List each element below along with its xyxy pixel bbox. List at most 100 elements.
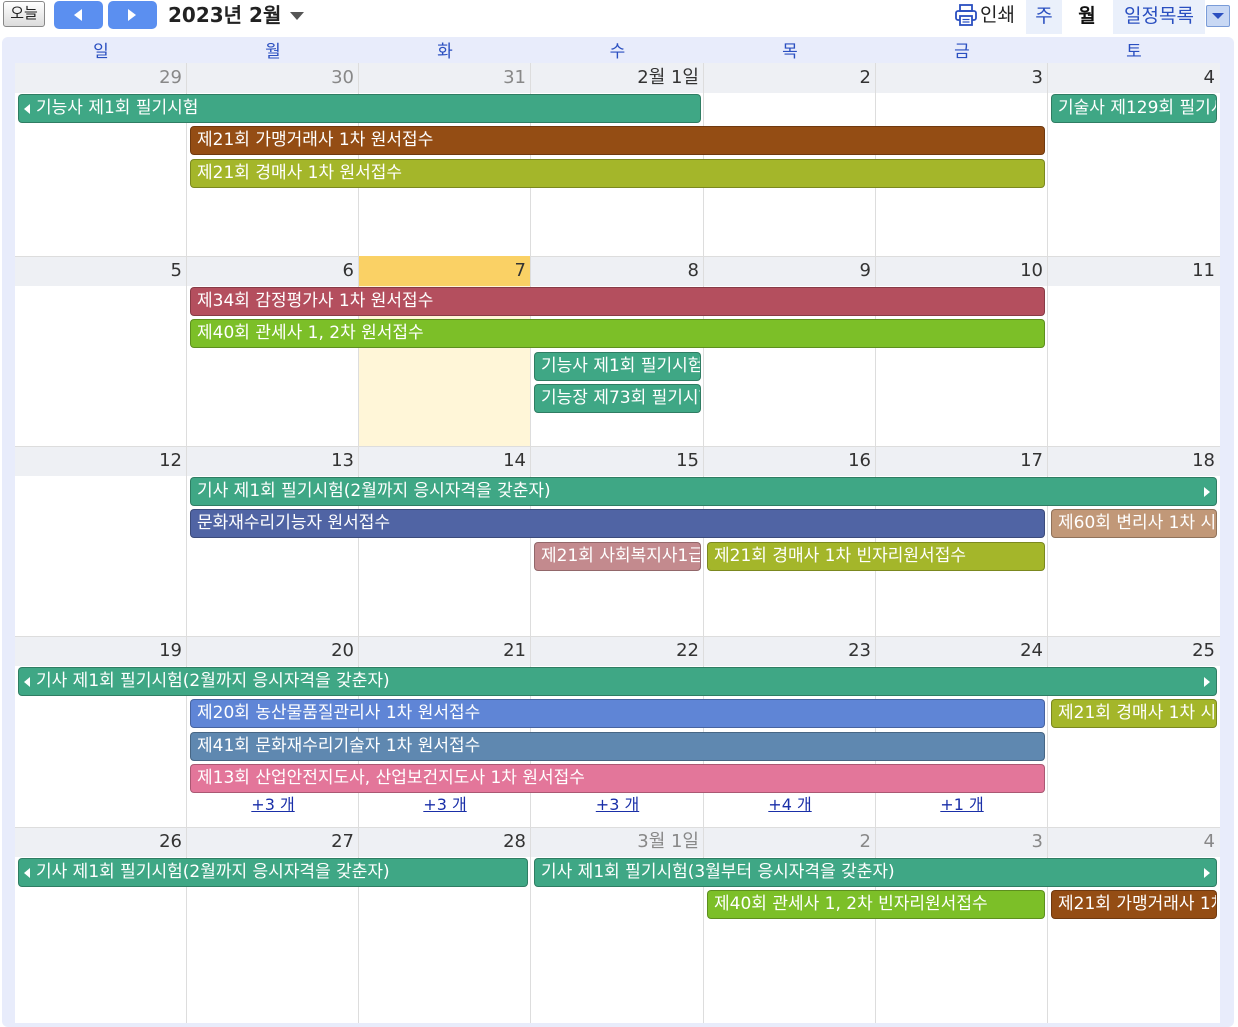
- event-chip[interactable]: 기사 제1회 필기시험(2월까지 응시자격을 갖춘자): [190, 477, 1217, 506]
- day-number[interactable]: 3: [876, 827, 1043, 857]
- event-title: 제21회 경매사 1차 시험: [1058, 703, 1217, 723]
- day-number[interactable]: 8: [531, 256, 699, 286]
- event-chip[interactable]: 제40회 관세사 1, 2차 원서접수: [190, 319, 1045, 348]
- day-number[interactable]: 14: [359, 446, 526, 476]
- tab-month[interactable]: 월: [1066, 0, 1108, 34]
- day-number[interactable]: 26: [15, 827, 182, 857]
- weekday-label: 화: [437, 42, 453, 62]
- event-chip[interactable]: 기사 제1회 필기시험(2월까지 응시자격을 갖춘자): [18, 858, 528, 887]
- next-month-button[interactable]: [108, 1, 157, 29]
- day-number[interactable]: 13: [187, 446, 354, 476]
- weekday-label: 일: [93, 42, 109, 62]
- event-chip[interactable]: 제21회 경매사 1차 시험: [1051, 699, 1217, 728]
- day-number[interactable]: 15: [531, 446, 699, 476]
- tab-week[interactable]: 주: [1026, 0, 1062, 34]
- day-number[interactable]: 2: [704, 63, 871, 93]
- month-title: 2023년 2월: [168, 3, 282, 27]
- day-number[interactable]: 21: [359, 636, 526, 666]
- event-chip[interactable]: 기능장 제73회 필기시험: [534, 384, 701, 413]
- day-number[interactable]: 19: [15, 636, 182, 666]
- event-title: 제20회 농산물품질관리사 1차 원서접수: [197, 703, 481, 723]
- event-title: 제21회 가맹거래사 1차 시험: [1058, 894, 1216, 914]
- weekday-label: 토: [1126, 42, 1142, 62]
- day-number[interactable]: 2: [704, 827, 871, 857]
- weekday-label: 수: [609, 42, 626, 62]
- event-title: 제13회 산업안전지도사, 산업보건지도사 1차 원서접수: [197, 768, 585, 788]
- day-number[interactable]: 18: [1048, 446, 1215, 476]
- event-chip[interactable]: 제21회 가맹거래사 1차 시험: [1051, 890, 1217, 919]
- day-number[interactable]: 5: [15, 256, 182, 286]
- event-title: 기사 제1회 필기시험(2월까지 응시자격을 갖춘자): [36, 671, 390, 691]
- day-number[interactable]: 22: [531, 636, 699, 666]
- event-chip[interactable]: 문화재수리기능자 원서접수: [190, 509, 1045, 538]
- event-chip[interactable]: 제40회 관세사 1, 2차 빈자리원서접수: [707, 890, 1045, 919]
- continues-right-icon: [1204, 677, 1210, 687]
- event-title: 제21회 경매사 1차 원서접수: [197, 163, 403, 183]
- day-number[interactable]: 29: [15, 63, 182, 93]
- event-title: 제41회 문화재수리기술자 1차 원서접수: [197, 736, 481, 756]
- chevron-down-icon: [1212, 13, 1224, 19]
- event-chip[interactable]: 기사 제1회 필기시험(2월까지 응시자격을 갖춘자): [18, 667, 1217, 696]
- more-events-link[interactable]: +4 개: [704, 794, 876, 816]
- day-number[interactable]: 20: [187, 636, 354, 666]
- event-chip[interactable]: 제41회 문화재수리기술자 1차 원서접수: [190, 732, 1045, 761]
- day-number[interactable]: 25: [1048, 636, 1215, 666]
- event-title: 기사 제1회 필기시험(2월까지 응시자격을 갖춘자): [36, 862, 390, 882]
- event-chip[interactable]: 기사 제1회 필기시험(3월부터 응시자격을 갖춘자): [534, 858, 1217, 887]
- event-chip[interactable]: 제60회 변리사 1차 시험: [1051, 509, 1217, 538]
- day-number[interactable]: 3월 1일: [531, 827, 699, 857]
- day-number[interactable]: 7: [359, 256, 526, 286]
- event-chip[interactable]: 제34회 감정평가사 1차 원서접수: [190, 287, 1045, 316]
- event-title: 제40회 관세사 1, 2차 원서접수: [197, 323, 424, 343]
- event-title: 기술사 제129회 필기시험: [1058, 98, 1216, 118]
- column-divider: [530, 63, 531, 1023]
- day-number[interactable]: 4: [1048, 63, 1215, 93]
- more-events-link[interactable]: +3 개: [359, 794, 531, 816]
- more-events-link[interactable]: +3 개: [187, 794, 359, 816]
- event-chip[interactable]: 제21회 경매사 1차 원서접수: [190, 159, 1045, 188]
- view-menu-button[interactable]: [1206, 5, 1230, 27]
- chevron-down-icon[interactable]: [289, 11, 305, 21]
- event-title: 제60회 변리사 1차 시험: [1058, 513, 1217, 533]
- month-grid: 29 30 31 2월 1일 2 3 4 5 6 7 8 9 10 11 12 13 14 15 16 17 18 19 2…: [15, 63, 1220, 1023]
- day-number[interactable]: 23: [704, 636, 871, 666]
- event-chip[interactable]: 제21회 가맹거래사 1차 원서접수: [190, 126, 1045, 155]
- event-chip[interactable]: 제21회 경매사 1차 빈자리원서접수: [707, 542, 1045, 571]
- continues-left-icon: [24, 677, 30, 687]
- tab-agenda[interactable]: 일정목록: [1113, 0, 1205, 34]
- event-title: 제21회 경매사 1차 빈자리원서접수: [714, 546, 966, 566]
- day-number[interactable]: 9: [704, 256, 871, 286]
- more-events-link[interactable]: +3 개: [531, 794, 704, 816]
- more-events-link[interactable]: +1 개: [876, 794, 1048, 816]
- event-chip[interactable]: 제21회 사회복지사1급: [534, 542, 701, 571]
- day-number[interactable]: 10: [876, 256, 1043, 286]
- day-number[interactable]: 30: [187, 63, 354, 93]
- day-number[interactable]: 17: [876, 446, 1043, 476]
- event-chip[interactable]: 제20회 농산물품질관리사 1차 원서접수: [190, 699, 1045, 728]
- day-number[interactable]: 16: [704, 446, 871, 476]
- chevron-left-icon: [74, 9, 82, 21]
- event-chip[interactable]: 기능사 제1회 필기시험: [18, 94, 701, 123]
- continues-right-icon: [1204, 487, 1210, 497]
- day-number[interactable]: 28: [359, 827, 526, 857]
- day-number[interactable]: 31: [359, 63, 526, 93]
- day-number[interactable]: 3: [876, 63, 1043, 93]
- event-chip[interactable]: 기능사 제1회 필기시험: [534, 352, 701, 381]
- event-title: 기능사 제1회 필기시험: [541, 356, 701, 376]
- today-button[interactable]: 오늘: [3, 1, 45, 27]
- printer-icon: [955, 4, 977, 26]
- continues-left-icon: [24, 868, 30, 878]
- prev-month-button[interactable]: [54, 1, 103, 29]
- continues-left-icon: [24, 104, 30, 114]
- event-chip[interactable]: 제13회 산업안전지도사, 산업보건지도사 1차 원서접수: [190, 764, 1045, 793]
- event-chip[interactable]: 기술사 제129회 필기시험: [1051, 94, 1217, 123]
- chevron-right-icon: [128, 9, 136, 21]
- day-number[interactable]: 12: [15, 446, 182, 476]
- event-title: 기능장 제73회 필기시험: [541, 388, 701, 408]
- day-number[interactable]: 27: [187, 827, 354, 857]
- day-number[interactable]: 4: [1048, 827, 1215, 857]
- day-number[interactable]: 11: [1048, 256, 1215, 286]
- day-number[interactable]: 2월 1일: [531, 63, 699, 93]
- day-number[interactable]: 24: [876, 636, 1043, 666]
- day-number[interactable]: 6: [187, 256, 354, 286]
